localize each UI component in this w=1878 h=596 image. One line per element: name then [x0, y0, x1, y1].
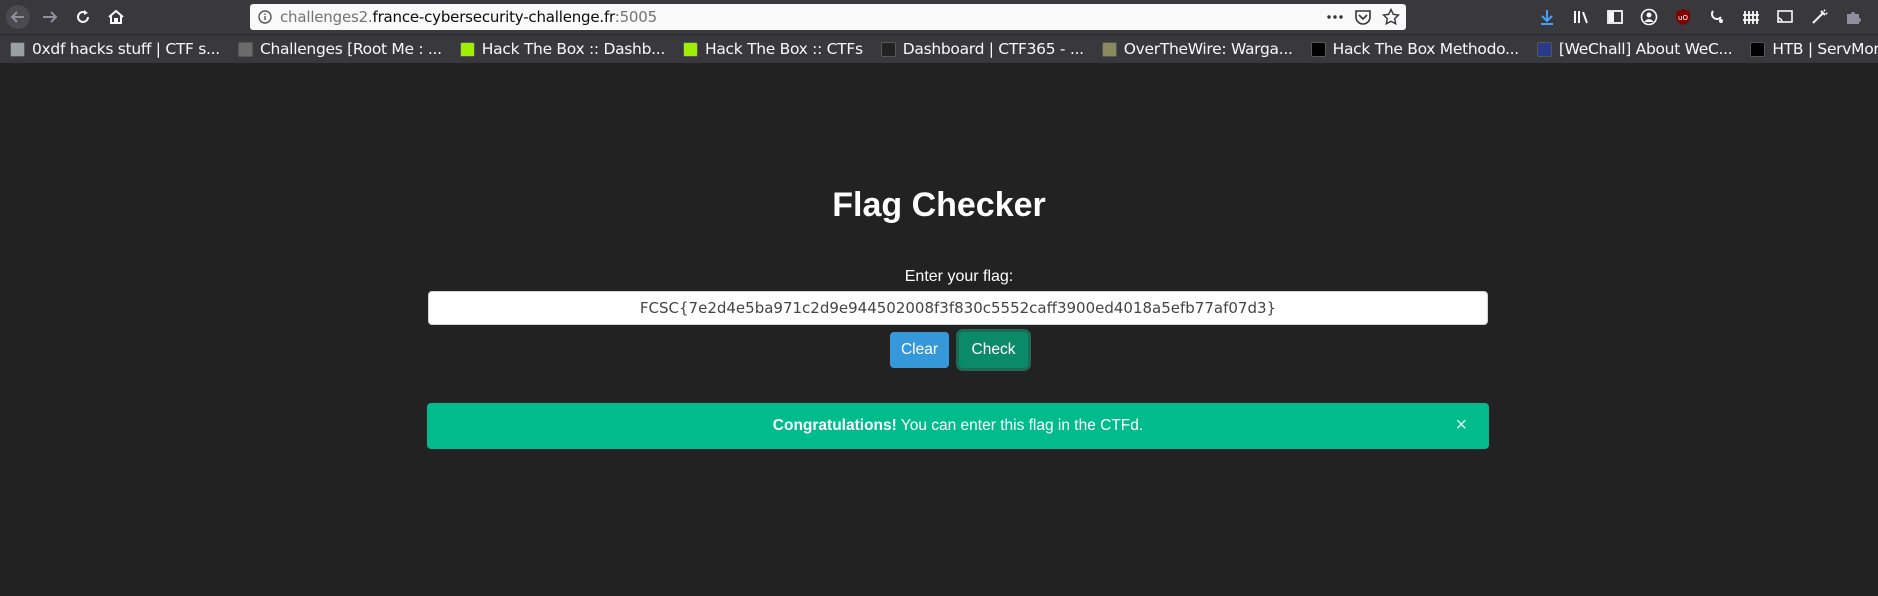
cast-button[interactable] — [1774, 6, 1796, 28]
reload-icon — [77, 10, 89, 23]
flag-input[interactable] — [428, 291, 1488, 325]
bookmark-favicon-icon — [683, 41, 698, 57]
page-actions — [1326, 8, 1400, 26]
bookmark-item[interactable]: [WeChall] About WeC... — [1536, 40, 1733, 58]
bookmark-label: Hack The Box :: CTFs — [705, 40, 863, 58]
url-bar[interactable]: challenges2.france-cybersecurity-challen… — [250, 4, 1406, 30]
bookmark-label: OverTheWire: Warga... — [1123, 40, 1293, 58]
back-arrow-icon — [6, 5, 30, 29]
library-button[interactable] — [1570, 6, 1592, 28]
alert-message: You can enter this flag in the CTFd. — [900, 417, 1144, 434]
library-icon — [1574, 11, 1588, 24]
url-prefix: challenges2. — [280, 8, 373, 26]
info-icon[interactable] — [258, 10, 272, 24]
clear-button[interactable]: Clear — [890, 332, 949, 368]
bookmark-favicon-icon — [1310, 41, 1326, 57]
svg-text:uO: uO — [1678, 14, 1688, 22]
bookmark-item[interactable]: 0xdf hacks stuff | CTF s... — [10, 40, 220, 58]
bookmark-item[interactable]: Hack The Box Methodo... — [1310, 40, 1520, 58]
sidebar-icon — [1607, 10, 1623, 24]
pocket-icon[interactable] — [1354, 8, 1372, 26]
bookmark-favicon-icon — [1536, 41, 1552, 57]
bookmark-item[interactable]: Hack The Box :: Dashb... — [459, 40, 666, 58]
bookmark-label: 0xdf hacks stuff | CTF s... — [32, 40, 220, 58]
bookmark-label: Dashboard | CTF365 - ... — [902, 40, 1084, 58]
success-alert: Congratulations! You can enter this flag… — [427, 403, 1489, 449]
hook-icon — [1711, 10, 1723, 23]
extension-fence-button[interactable] — [1740, 6, 1762, 28]
forward-button[interactable] — [37, 5, 63, 29]
fence-icon — [1743, 11, 1759, 24]
download-arrow-icon — [1541, 10, 1553, 25]
bookmark-favicon-icon — [1101, 41, 1117, 57]
check-button[interactable]: Check — [959, 332, 1028, 368]
cast-icon — [1777, 10, 1793, 23]
back-button[interactable] — [5, 5, 31, 29]
account-button[interactable] — [1638, 6, 1660, 28]
browser-toolbar: challenges2.france-cybersecurity-challen… — [0, 0, 1878, 34]
puzzle-icon — [1847, 12, 1861, 24]
toolbar-right: uO — [1536, 6, 1864, 28]
url-host: france-cybersecurity-challenge.fr — [372, 8, 615, 26]
bookmark-favicon-icon — [459, 41, 475, 57]
bookmarks-toolbar: 0xdf hacks stuff | CTF s... Challenges [… — [0, 34, 1878, 63]
bookmark-favicon-icon — [237, 41, 253, 57]
close-icon[interactable]: × — [1455, 414, 1467, 437]
bookmark-item[interactable]: OverTheWire: Warga... — [1101, 40, 1293, 58]
page-title: Flag Checker — [832, 186, 1046, 224]
ublock-icon: uO — [1676, 9, 1690, 25]
downloads-button[interactable] — [1536, 6, 1558, 28]
extension-hook-button[interactable] — [1706, 6, 1728, 28]
bookmark-item[interactable]: Challenges [Root Me : ... — [237, 40, 442, 58]
bookmark-item[interactable]: HTB | ServMon CTF W... — [1750, 40, 1878, 58]
more-dots-icon[interactable] — [1326, 8, 1344, 26]
wand-icon — [1812, 9, 1828, 24]
bookmark-item[interactable]: Hack The Box :: CTFs — [683, 40, 863, 58]
bookmark-label: Hack The Box :: Dashb... — [481, 40, 666, 58]
account-icon — [1640, 8, 1658, 26]
url-port: :5005 — [614, 8, 657, 26]
star-icon[interactable] — [1382, 8, 1400, 26]
bookmark-favicon-icon — [1750, 41, 1766, 57]
ublock-button[interactable]: uO — [1672, 6, 1694, 28]
bookmark-favicon-icon — [880, 41, 896, 57]
bookmark-label: Challenges [Root Me : ... — [259, 40, 442, 58]
extension-puzzle-button[interactable] — [1842, 6, 1864, 28]
bookmark-label: [WeChall] About WeC... — [1558, 40, 1733, 58]
home-icon — [108, 9, 124, 24]
bookmark-item[interactable]: Dashboard | CTF365 - ... — [880, 40, 1084, 58]
bookmark-label: HTB | ServMon CTF W... — [1772, 40, 1878, 58]
alert-strong-text: Congratulations! — [772, 417, 897, 434]
sidebar-button[interactable] — [1604, 6, 1626, 28]
url-text[interactable]: challenges2.france-cybersecurity-challen… — [280, 8, 657, 26]
reload-button[interactable] — [70, 5, 96, 29]
home-button[interactable] — [103, 5, 129, 29]
forward-arrow-icon — [43, 11, 58, 23]
bookmark-favicon-icon — [10, 41, 25, 57]
flag-input-label: Enter your flag: — [904, 268, 1014, 285]
extension-wand-button[interactable] — [1808, 6, 1830, 28]
bookmark-label: Hack The Box Methodo... — [1332, 40, 1520, 58]
